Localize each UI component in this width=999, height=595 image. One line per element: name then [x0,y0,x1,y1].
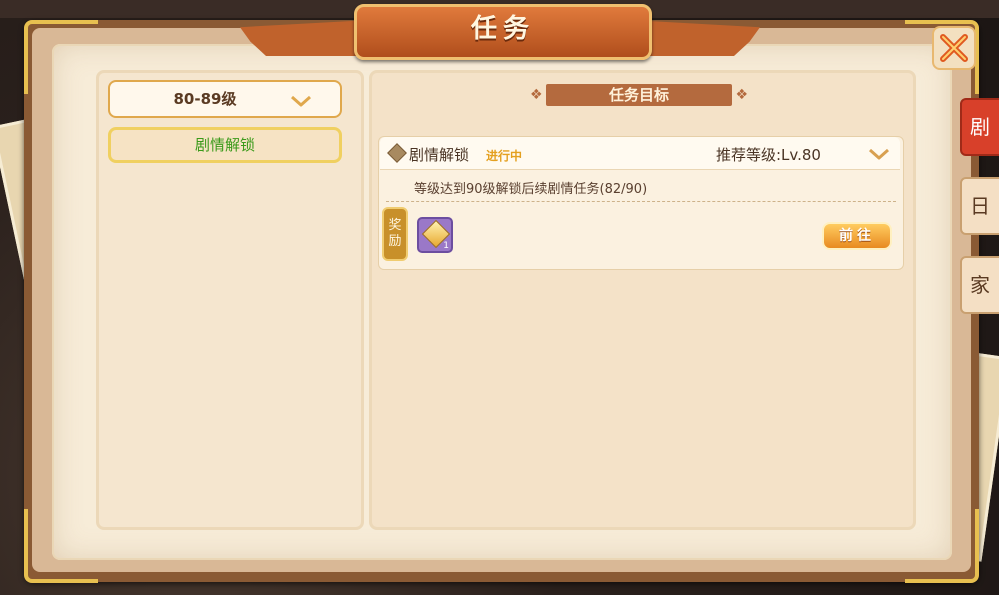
chevron-down-icon [291,95,311,107]
level-range-label: 80-89级 [173,90,237,108]
reward-label-text: 励 [388,234,402,249]
frame-corner-ornament [24,20,98,94]
ribbon-wing [240,20,370,56]
task-status-badge: 进行中 [486,149,523,163]
task-recommended-level: 推荐等级:Lv.80 [716,146,821,164]
category-item-story-unlock[interactable]: 剧情解锁 [108,127,342,163]
task-name: 剧情解锁 [409,146,470,164]
chevron-down-icon[interactable] [868,148,890,160]
close-x-icon [940,34,968,62]
tab-daily[interactable]: 日常 [960,177,999,235]
task-description: 等级达到90级解锁后续剧情任务(82/90) [414,182,648,197]
tab-story[interactable]: 剧 [960,98,999,156]
reward-item-slot[interactable]: 1 [417,217,453,253]
go-button[interactable]: 前往 [822,222,892,250]
title-ribbon: 任务 [240,4,760,60]
divider [386,201,896,202]
close-button[interactable] [932,26,976,70]
section-title: 任务目标 [608,86,669,104]
tab-clan[interactable]: 家族 [960,256,999,314]
reward-item-count: 1 [443,241,449,251]
reward-label-tag: 奖 励 [382,207,408,261]
level-range-dropdown[interactable]: 80-89级 [108,80,342,118]
frame-corner-ornament [24,509,98,583]
frame-corner-ornament [905,509,979,583]
window-title: 任务 [470,14,535,44]
section-header: ❖ ❖ 任务目标 [530,84,748,108]
reward-label-text: 奖 [388,218,402,233]
